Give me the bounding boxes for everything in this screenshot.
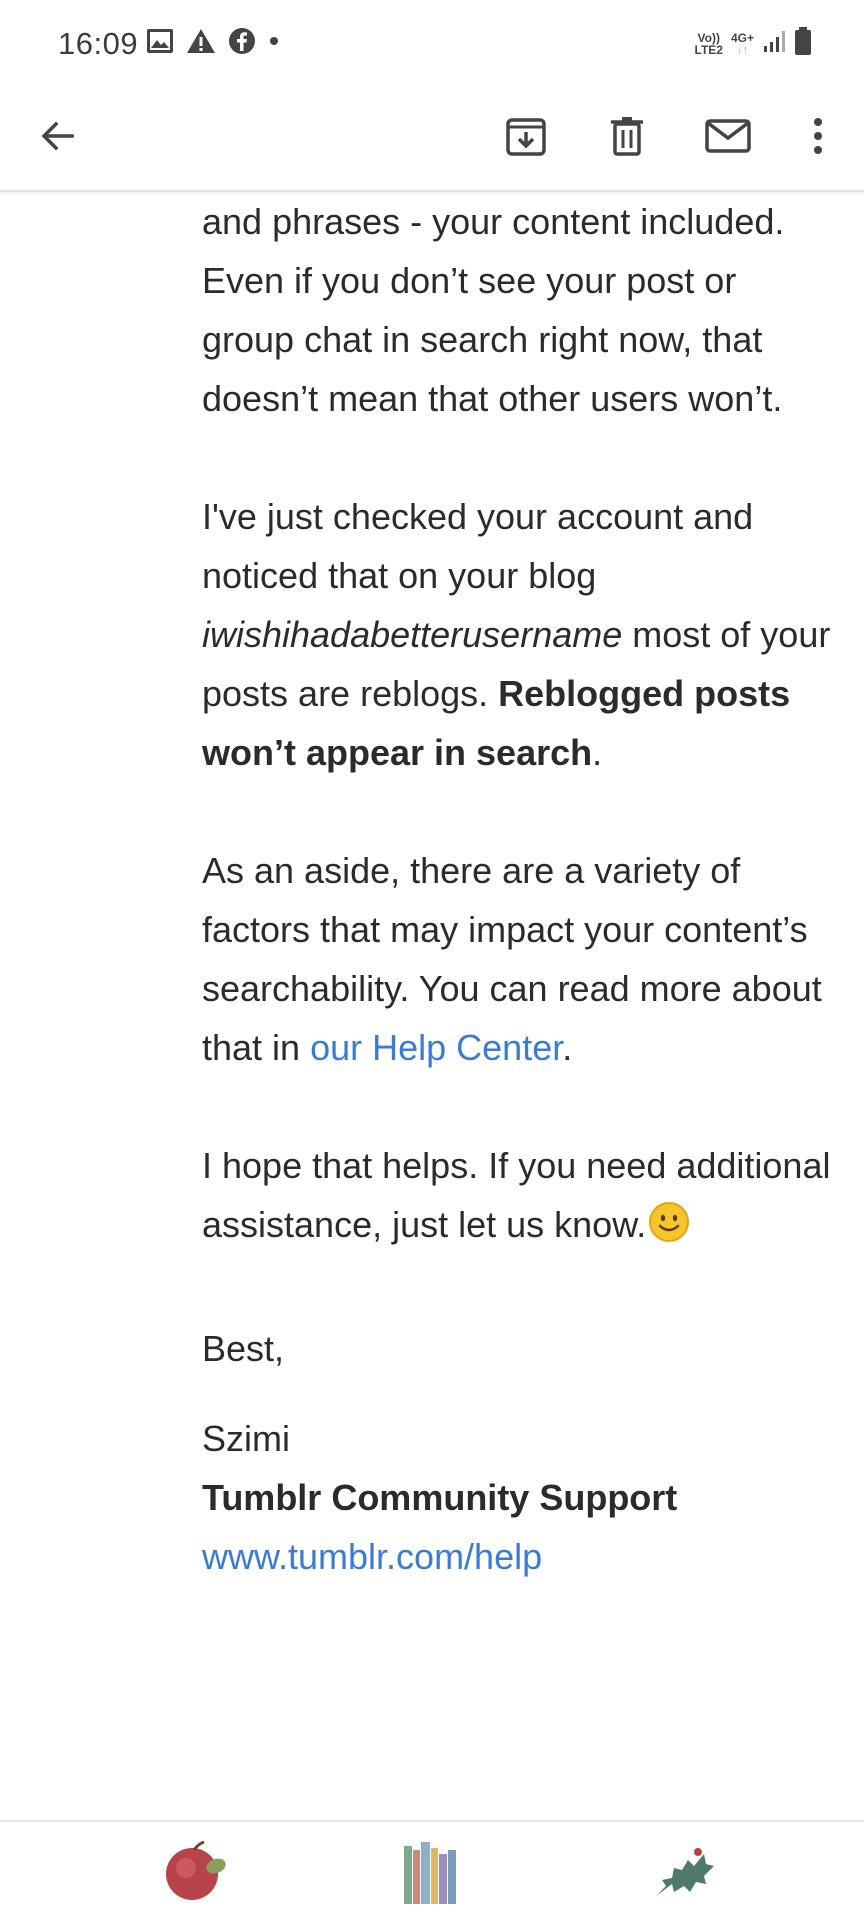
para2-text-a: I've just checked your account and notic…: [202, 496, 754, 596]
facebook-icon: [228, 27, 256, 60]
email-toolbar: [0, 88, 864, 192]
data-arrows-icon: ↓↑: [736, 43, 748, 56]
delete-icon: [607, 114, 647, 163]
blog-name: iwishihadabetterusername: [202, 614, 623, 655]
help-center-link[interactable]: our Help Center: [310, 1027, 562, 1068]
status-icons-left: [146, 27, 280, 60]
holly-button[interactable]: [648, 1836, 728, 1912]
gen-label: 4G+: [730, 30, 754, 45]
signer-name: Szimi: [202, 1418, 290, 1459]
network-gen-indicator: 4G+ ↓↑: [731, 32, 754, 56]
partial-top-line: and phrases - your content included.: [202, 201, 785, 242]
paragraph-search-visibility: Even if you don’t see your post or group…: [202, 260, 783, 419]
email-body: and phrases - your content included. Eve…: [202, 192, 832, 1586]
support-link[interactable]: www.tumblr.com/help: [202, 1536, 542, 1577]
archive-icon: [504, 114, 548, 163]
signer-team: Tumblr Community Support: [202, 1477, 678, 1518]
para3-end: .: [562, 1027, 573, 1068]
bottom-bar: [0, 1820, 864, 1920]
battery-icon: [794, 26, 812, 61]
para4-text: I hope that helps. If you need additiona…: [202, 1145, 831, 1245]
signal-icon: [762, 29, 786, 58]
back-button[interactable]: [22, 102, 94, 174]
network-indicator: Vo)) LTE2: [695, 32, 723, 56]
books-icon: [398, 1842, 468, 1912]
more-options-button[interactable]: [782, 102, 854, 174]
delete-button[interactable]: [591, 102, 663, 174]
mark-unread-icon: [704, 116, 752, 161]
signoff: Best,: [202, 1328, 285, 1369]
more-vert-icon: [812, 116, 824, 161]
status-bar: 16:09 Vo)) LTE2 4G+ ↓↑: [0, 0, 864, 88]
archive-button[interactable]: [490, 102, 562, 174]
smiley-emoji-icon: [648, 1201, 690, 1260]
image-icon: [146, 28, 174, 59]
para2-end: .: [592, 732, 603, 773]
paragraph-account-check: I've just checked your account and notic…: [202, 487, 832, 782]
warning-icon: [186, 28, 216, 59]
arrow-left-icon: [38, 116, 78, 161]
paragraph-searchability: As an aside, there are a variety of fact…: [202, 841, 832, 1077]
status-icons-right: Vo)) LTE2 4G+ ↓↑: [695, 26, 812, 61]
lte-label: LTE2: [694, 42, 723, 57]
volte-label: Vo)): [697, 30, 720, 45]
dot-icon: [268, 34, 280, 52]
apple-button[interactable]: [158, 1836, 238, 1912]
books-button[interactable]: [398, 1836, 478, 1912]
holly-leaf-icon: [648, 1848, 718, 1910]
mark-unread-button[interactable]: [692, 102, 764, 174]
apple-icon: [158, 1840, 238, 1910]
paragraph-closing: I hope that helps. If you need additiona…: [202, 1136, 832, 1260]
status-time: 16:09: [58, 26, 139, 61]
